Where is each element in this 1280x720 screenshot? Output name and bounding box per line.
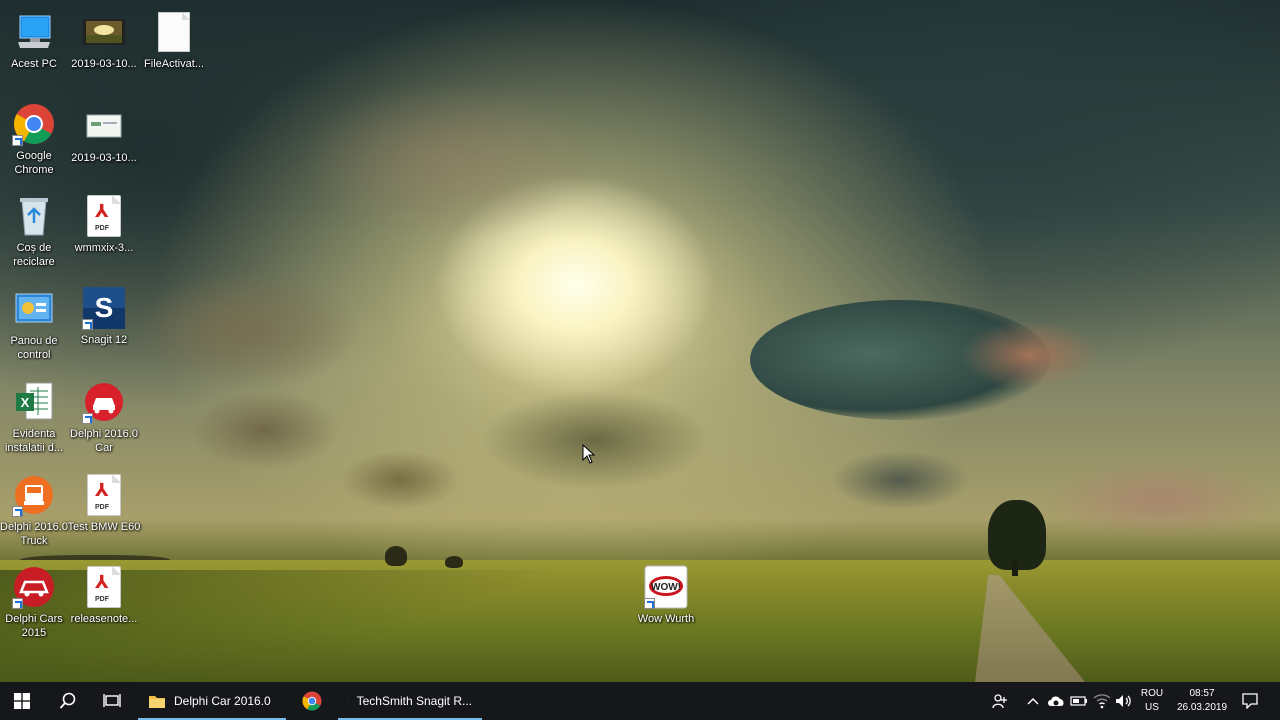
taskbar-app-delphi-folder[interactable]: Delphi Car 2016.0: [138, 682, 286, 720]
desktop-icon-recycle-bin[interactable]: Coș de reciclare: [0, 194, 70, 269]
desktop-icon-label: Google Chrome: [14, 150, 54, 176]
excel-file-icon: X: [12, 380, 56, 424]
computer-icon: [12, 10, 56, 54]
desktop-icon-photo-file-1[interactable]: 2019-03-10...: [68, 10, 140, 71]
desktop-icon-evidenta-excel[interactable]: X Evidenta instalatii d...: [0, 380, 70, 455]
wifi-icon: [1093, 694, 1111, 709]
chrome-icon: [12, 102, 56, 146]
desktop-icon-label: Delphi 2016.0 Car: [70, 428, 138, 454]
delphi-car-icon: [82, 380, 126, 424]
taskbar-app-label: Delphi Car 2016.0: [174, 694, 271, 708]
taskbar-app-label: TechSmith Snagit R...: [356, 694, 472, 708]
task-view-icon: [103, 694, 121, 707]
volume-tray[interactable]: [1113, 682, 1135, 720]
desktop-icon-label: Acest PC: [11, 58, 57, 70]
blank-file-icon: [152, 10, 196, 54]
clock[interactable]: 08:57 26.03.2019: [1170, 682, 1234, 720]
desktop-icon-control-panel[interactable]: Panou de control: [0, 287, 70, 362]
desktop-icon-test-bmw-pdf[interactable]: ⅄ PDF Test BMW E60: [68, 473, 140, 534]
people-button[interactable]: [988, 682, 1012, 720]
task-view-button[interactable]: [90, 682, 134, 720]
control-panel-icon: [12, 287, 56, 331]
cloud-sync-icon: [1048, 696, 1064, 706]
input-language-indicator[interactable]: ROU US: [1136, 682, 1168, 720]
desktop-icon-releasenote-pdf[interactable]: ⅄ PDF releasenote...: [68, 565, 140, 626]
pdf-file-icon: ⅄ PDF: [82, 565, 126, 609]
clock-time: 08:57: [1189, 688, 1215, 699]
windows-logo-icon: [14, 693, 30, 709]
desktop-icon-photo-file-2[interactable]: 2019-03-10...: [68, 104, 140, 165]
taskbar-app-chrome[interactable]: [290, 682, 334, 720]
desktop-icon-this-pc[interactable]: Acest PC: [0, 10, 70, 71]
desktop-icon-label: Evidenta instalatii d...: [4, 428, 64, 454]
show-hidden-icons-button[interactable]: [1024, 682, 1042, 720]
speaker-icon: [1116, 695, 1131, 707]
shortcut-arrow-icon: [12, 135, 23, 146]
desktop-icon-label: wmmxix-3...: [74, 242, 134, 254]
taskbar: Delphi Car 2016.0 S TechSmith Snagit R..…: [0, 682, 1280, 720]
battery-icon: [1070, 696, 1087, 706]
svg-text:X: X: [21, 395, 30, 410]
svg-text:S: S: [95, 292, 114, 323]
taskbar-app-snagit[interactable]: S TechSmith Snagit R...: [338, 682, 482, 720]
start-button[interactable]: [0, 682, 44, 720]
delphi-cars-icon: [12, 565, 56, 609]
language-code: ROU: [1140, 688, 1164, 699]
desktop-icon-label: Wow Wurth: [637, 613, 695, 625]
search-button[interactable]: [46, 682, 90, 720]
desktop-icon-label: 2019-03-10...: [71, 152, 137, 164]
network-tray[interactable]: [1091, 682, 1113, 720]
keyboard-layout-code: US: [1145, 702, 1159, 713]
shortcut-arrow-icon: [644, 598, 655, 609]
chevron-up-icon: [1027, 698, 1039, 705]
desktop-icon-label: Delphi Cars 2015: [5, 613, 63, 639]
onedrive-tray[interactable]: [1045, 682, 1067, 720]
desktop-icon-google-chrome[interactable]: Google Chrome: [0, 102, 70, 177]
desktop-icon-delphi-truck[interactable]: Delphi 2016.0 Truck: [0, 473, 70, 548]
desktop-icon-delphi-cars-2015[interactable]: Delphi Cars 2015: [0, 565, 70, 640]
shortcut-arrow-icon: [12, 598, 23, 609]
delphi-truck-icon: [12, 473, 56, 517]
desktop-icon-label: 2019-03-10...: [71, 58, 137, 70]
desktop-icon-label: releasenote...: [70, 613, 138, 625]
recycle-bin-icon: [12, 194, 56, 238]
desktop-icon-label: Snagit 12: [80, 334, 128, 346]
pdf-file-icon: ⅄ PDF: [82, 473, 126, 517]
desktop-icon-label: FileActivat...: [144, 58, 204, 70]
desktop-icon-label: Panou de control: [10, 335, 58, 361]
search-icon: [59, 692, 76, 709]
desktop-icon-label: Delphi 2016.0 Truck: [0, 521, 68, 547]
battery-tray[interactable]: [1068, 682, 1090, 720]
desktop-icon-delphi-car[interactable]: Delphi 2016.0 Car: [68, 380, 140, 455]
desktop-icon-wmmxix-pdf[interactable]: ⅄ PDF wmmxix-3...: [68, 194, 140, 255]
chrome-icon: [302, 691, 322, 711]
people-icon: [992, 694, 1007, 709]
image-file-icon: [82, 10, 126, 54]
action-center-button[interactable]: [1236, 682, 1264, 720]
clock-date: 26.03.2019: [1176, 702, 1228, 713]
svg-text:WOW!: WOW!: [651, 582, 681, 593]
shortcut-arrow-icon: [12, 506, 23, 517]
shortcut-arrow-icon: [82, 413, 93, 424]
desktop-icon-file-activation[interactable]: FileActivat...: [138, 10, 210, 71]
snagit-icon: S: [348, 700, 349, 702]
wow-wurth-icon: WOW!: [644, 565, 688, 609]
snagit-icon: S: [82, 286, 126, 330]
shortcut-arrow-icon: [82, 319, 93, 330]
notification-icon: [1242, 693, 1258, 709]
pdf-file-icon: ⅄ PDF: [82, 194, 126, 238]
image-file-icon: [82, 104, 126, 148]
desktop-icon-label: Test BMW E60: [67, 521, 141, 533]
folder-icon: [149, 696, 165, 708]
desktop-icon-snagit[interactable]: S Snagit 12: [68, 286, 140, 347]
desktop-icon-label: Coș de reciclare: [13, 242, 55, 268]
desktop-icon-wow-wurth[interactable]: WOW! Wow Wurth: [630, 565, 702, 626]
